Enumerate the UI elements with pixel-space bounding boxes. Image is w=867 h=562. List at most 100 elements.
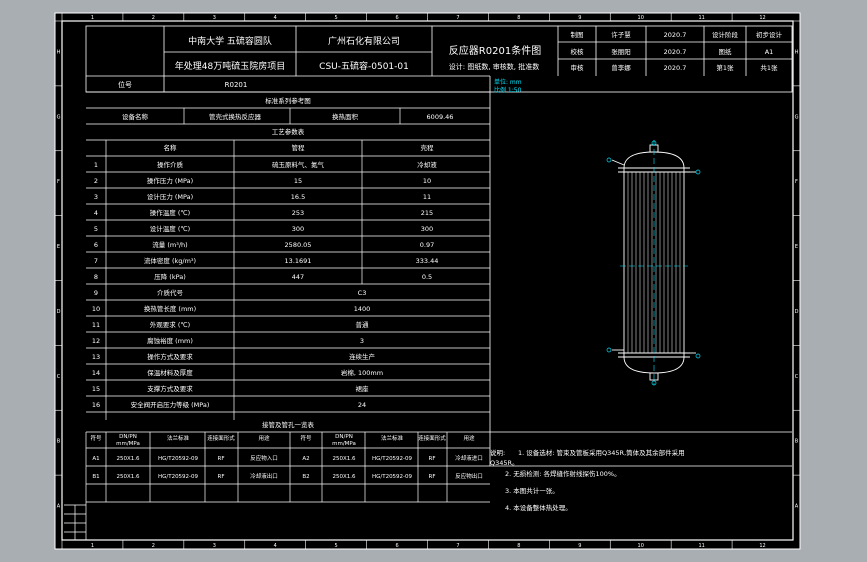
spec-row-number: 12 bbox=[92, 337, 100, 345]
drawing-paper bbox=[54, 12, 801, 550]
spec-row-shell: 冷却液 bbox=[417, 160, 437, 169]
area-label: 换热面积 bbox=[332, 112, 359, 121]
nozzle-cell: 冷却液出口 bbox=[250, 472, 278, 480]
nozzle-header: DN/PN bbox=[119, 434, 137, 440]
drawing-title: 反应器R0201条件图 bbox=[449, 44, 541, 57]
spec-row-name: 外观要求 (℃) bbox=[150, 320, 190, 329]
zone-letter-right: B bbox=[795, 439, 799, 445]
nozzle-header: 法兰标准 bbox=[381, 434, 404, 442]
nozzle-cell: HG/T20592-09 bbox=[372, 474, 413, 480]
spec-row-shell: 10 bbox=[423, 177, 431, 185]
zone-number-top: 4 bbox=[274, 15, 277, 21]
sign-cell: 审核 bbox=[571, 63, 585, 72]
equip-name-label: 设备名称 bbox=[122, 112, 149, 121]
spec-row-name: 流体密度 (kg/m³) bbox=[144, 256, 196, 265]
spec-row-tube: 253 bbox=[292, 209, 304, 217]
spec-row-number: 8 bbox=[94, 273, 98, 281]
spec-row-value: 裙座 bbox=[356, 384, 370, 393]
spec-row-name: 设计压力 (MPa) bbox=[147, 192, 193, 201]
sign-cell: 设计阶段 bbox=[712, 30, 739, 39]
spec-row-tube: 2580.05 bbox=[285, 241, 312, 249]
spec-row-shell: 333.44 bbox=[416, 257, 439, 265]
sign-cell: 2020.7 bbox=[664, 48, 687, 56]
nozzle-cell: 250X1.6 bbox=[116, 456, 140, 462]
header-shell: 壳程 bbox=[421, 143, 435, 152]
sign-cell: 2020.7 bbox=[664, 64, 687, 72]
zone-letter-left: A bbox=[57, 504, 61, 510]
zone-letter-left: D bbox=[57, 309, 61, 315]
spec-row-tube: 447 bbox=[292, 273, 304, 281]
nozzle-cell: A1 bbox=[92, 456, 99, 462]
sign-cell: 校核 bbox=[571, 47, 585, 56]
spec-row-tube: 300 bbox=[292, 225, 304, 233]
zone-number-bottom: 3 bbox=[213, 543, 216, 549]
sign-cell: 初步设计 bbox=[756, 30, 783, 39]
spec-row-name: 流量 (m³/h) bbox=[152, 240, 187, 249]
zone-letter-right: A bbox=[795, 504, 799, 510]
sign-cell: 曾李娜 bbox=[611, 63, 631, 72]
zone-letter-left: H bbox=[57, 49, 61, 55]
nozzle-header: 用途 bbox=[463, 434, 475, 442]
spec-row-tube: 16.5 bbox=[291, 193, 305, 201]
spec-row-number: 11 bbox=[92, 321, 100, 329]
zone-number-top: 9 bbox=[578, 15, 581, 21]
spec-row-name: 操作温度 (℃) bbox=[150, 208, 190, 217]
zone-number-top: 7 bbox=[456, 15, 459, 21]
zone-number-top: 3 bbox=[213, 15, 216, 21]
nozzle-cell: 反应物出口 bbox=[455, 472, 483, 480]
spec-row-tube: 13.1691 bbox=[285, 257, 312, 265]
spec-row-value: 岩棉, 100mm bbox=[341, 368, 383, 377]
zone-number-bottom: 10 bbox=[638, 543, 644, 549]
sign-cell: 2020.7 bbox=[664, 31, 687, 39]
spec-row-name: 操作方式及要求 bbox=[147, 352, 193, 361]
zone-number-bottom: 1 bbox=[91, 543, 94, 549]
engineering-drawing: 112233445566778899101011111212H HG GF FE ED D… bbox=[54, 12, 801, 550]
spec-row-number: 13 bbox=[92, 353, 100, 361]
nozzle-cell: RF bbox=[429, 456, 436, 462]
header-tube: 管程 bbox=[292, 143, 306, 152]
zone-number-bottom: 12 bbox=[759, 543, 765, 549]
zone-letter-right: H bbox=[795, 49, 799, 55]
nozzle-cell: RF bbox=[218, 456, 225, 462]
spec-row-number: 15 bbox=[92, 385, 100, 393]
zone-number-top: 6 bbox=[395, 15, 398, 21]
spec-row-name: 支撑方式及要求 bbox=[147, 384, 193, 393]
spec-row-number: 16 bbox=[92, 401, 100, 409]
nozzle-cell: 250X1.6 bbox=[332, 456, 356, 462]
nozzle-cell: B1 bbox=[92, 474, 99, 480]
spec-row-name: 腐蚀裕度 (mm) bbox=[147, 336, 193, 345]
zone-number-top: 5 bbox=[335, 15, 338, 21]
zone-number-top: 2 bbox=[152, 15, 155, 21]
spec-row-shell: 300 bbox=[421, 225, 433, 233]
zone-number-bottom: 4 bbox=[274, 543, 277, 549]
spec-row-value: 普通 bbox=[356, 320, 370, 329]
spec-row-shell: 0.97 bbox=[420, 241, 434, 249]
nozzle-title: 接管及管孔一览表 bbox=[262, 420, 315, 429]
spec-row-number: 6 bbox=[94, 241, 98, 249]
nozzle-cell: 250X1.6 bbox=[332, 474, 356, 480]
nozzle-cell: 250X1.6 bbox=[116, 474, 140, 480]
zone-letter-left: F bbox=[57, 179, 60, 185]
zone-number-bottom: 7 bbox=[456, 543, 459, 549]
spec-row-value: 24 bbox=[358, 401, 366, 409]
zone-letter-right: E bbox=[795, 244, 798, 250]
note-1: 1. 设备选材: 管束及管板采用Q345R,筒体及其余部件采用 bbox=[518, 448, 685, 457]
nozzle-cell: 冷却液进口 bbox=[455, 454, 483, 462]
nozzle-header: 用途 bbox=[258, 434, 270, 442]
nozzle-header: 法兰标准 bbox=[167, 434, 190, 442]
header-name: 名称 bbox=[164, 143, 178, 152]
spec-row-name: 换热管长度 (mm) bbox=[144, 304, 196, 313]
spec-row-value: 3 bbox=[360, 337, 364, 345]
scale-label: 比例 1:50 bbox=[494, 86, 522, 94]
spec-row-name: 操作介质 bbox=[157, 160, 184, 169]
sign-cell: 图纸 bbox=[719, 47, 733, 56]
spec-row-value: 1400 bbox=[354, 305, 371, 313]
nozzle-header: 符号 bbox=[90, 434, 102, 442]
nozzle-cell: B2 bbox=[302, 474, 309, 480]
spec-row-shell: 11 bbox=[423, 193, 431, 201]
university-text: 中南大学 五硫容圆队 bbox=[188, 35, 272, 47]
drawing-number: CSU-五硫容-0501-01 bbox=[319, 60, 409, 72]
nozzle-header: mm/MPa bbox=[332, 441, 356, 447]
spec-row-number: 10 bbox=[92, 305, 100, 313]
spec-row-name: 保温材料及厚度 bbox=[147, 368, 193, 377]
